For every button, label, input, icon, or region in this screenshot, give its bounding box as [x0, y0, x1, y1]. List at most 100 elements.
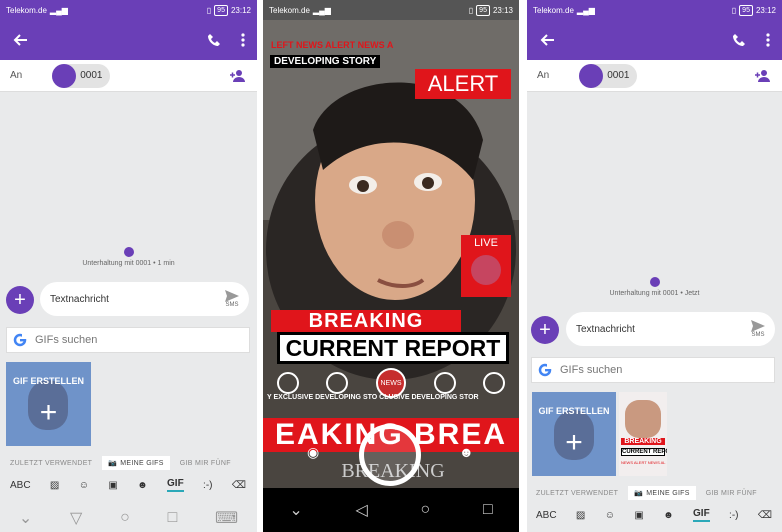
- add-person-icon[interactable]: [229, 69, 247, 83]
- recipient-bar: An 0001: [527, 60, 782, 92]
- hide-keyboard-icon[interactable]: ⌄: [289, 500, 302, 520]
- tab-recent[interactable]: ZULETZT VERWENDET: [536, 490, 618, 497]
- conversation-info: Unterhaltung mit 0001 • 1 min: [0, 247, 257, 267]
- abc-key[interactable]: ABC: [536, 510, 557, 521]
- sticker-face-icon[interactable]: ☻: [663, 510, 674, 521]
- battery-icon: 95: [476, 4, 490, 16]
- carrier-label: Telekom.de: [269, 5, 310, 15]
- home-nav-icon[interactable]: ○: [421, 501, 431, 519]
- filter-option-icon[interactable]: [276, 372, 299, 394]
- app-bar: [0, 20, 257, 60]
- message-input[interactable]: Textnachricht SMS: [566, 312, 775, 346]
- attach-plus-button[interactable]: +: [6, 286, 34, 314]
- vibrate-icon: ▯: [206, 5, 212, 15]
- signal-icon: ▂▄▆: [576, 5, 595, 15]
- saved-gif-thumbnail[interactable]: BREAKING CURRENT REPORT NEWS ALERT NEWS …: [619, 392, 667, 476]
- keyboard-toolbar: ABC ▨ ☺ ▣ ☻ GIF :-) ⌫: [10, 472, 246, 498]
- gif-search-input[interactable]: GIFs suchen: [6, 327, 250, 353]
- more-menu-icon[interactable]: [241, 33, 245, 47]
- news-ticker-top: LEFT NEWS ALERT NEWS A: [271, 40, 394, 50]
- message-input[interactable]: Textnachricht SMS: [40, 282, 249, 316]
- gif-search-placeholder: GIFs suchen: [560, 364, 623, 376]
- clock: 23:12: [230, 5, 251, 15]
- avatar: [52, 63, 77, 88]
- gif-create-card[interactable]: GIF ERSTELLEN +: [532, 392, 616, 476]
- gif-tabs: ZULETZT VERWENDET 📷 MEINE GIFS GIB MIR FÜ…: [10, 456, 231, 470]
- google-g-icon: [13, 333, 27, 347]
- send-icon: [225, 290, 239, 302]
- send-sms-button[interactable]: SMS: [751, 320, 765, 338]
- filter-option-icon[interactable]: [483, 372, 506, 394]
- more-menu-icon[interactable]: [766, 33, 770, 47]
- shutter-button[interactable]: [359, 424, 421, 486]
- app-bar: [527, 20, 782, 60]
- recipient-chip[interactable]: 0001: [579, 63, 638, 88]
- bitmoji-icon[interactable]: ▣: [108, 480, 117, 491]
- live-badge: LIVE: [461, 235, 511, 297]
- tab-high-five[interactable]: GIB MIR FÜNF: [706, 490, 757, 497]
- signal-icon: ▂▄▆: [312, 5, 331, 15]
- nav-bar: ⌄ ▽ ○ □ ⌨: [0, 504, 257, 532]
- flip-camera-icon[interactable]: ◉: [307, 444, 319, 461]
- mini-ticker-label: NEWS ALERT NEWS AL: [621, 460, 666, 465]
- tab-my-gifs[interactable]: 📷 MEINE GIFS: [102, 456, 170, 470]
- tab-my-gifs[interactable]: 📷 MEINE GIFS: [628, 486, 696, 500]
- plus-icon: +: [39, 396, 58, 429]
- sticker-icon[interactable]: ▨: [50, 480, 59, 491]
- vibrate-icon: ▯: [731, 5, 737, 15]
- backspace-icon[interactable]: ⌫: [758, 510, 772, 521]
- tab-my-gifs-label: MEINE GIFS: [120, 459, 164, 467]
- abc-key[interactable]: ABC: [10, 480, 31, 491]
- back-nav-icon[interactable]: ▽: [70, 508, 82, 528]
- add-person-icon[interactable]: [754, 69, 772, 83]
- gif-search-input[interactable]: GIFs suchen: [531, 357, 775, 383]
- emoticon-key[interactable]: :-): [203, 480, 212, 491]
- gif-key[interactable]: GIF: [693, 508, 710, 522]
- backspace-icon[interactable]: ⌫: [232, 480, 246, 491]
- back-nav-icon[interactable]: ◁: [356, 500, 368, 520]
- effect-icon[interactable]: ☻: [459, 444, 474, 460]
- gif-key[interactable]: GIF: [167, 478, 184, 492]
- nav-bar: ⌄ ◁ ○ □: [263, 488, 519, 532]
- phone-call-icon[interactable]: [732, 33, 746, 47]
- sticker-icon[interactable]: ▨: [576, 510, 585, 521]
- recipient-bar: An 0001: [0, 60, 257, 92]
- hide-keyboard-icon[interactable]: ⌄: [19, 508, 32, 528]
- filter-option-icon[interactable]: [433, 372, 456, 394]
- conversation-label: Unterhaltung mit 0001 • Jetzt: [609, 290, 700, 297]
- bitmoji-icon[interactable]: ▣: [634, 510, 643, 521]
- vibrate-icon: ▯: [468, 5, 474, 15]
- send-label: SMS: [225, 302, 239, 308]
- phone-call-icon[interactable]: [207, 33, 221, 47]
- conversation-label: Unterhaltung mit 0001 • 1 min: [82, 260, 175, 267]
- google-g-icon: [538, 363, 552, 377]
- attach-plus-button[interactable]: +: [531, 316, 559, 344]
- recents-nav-icon[interactable]: □: [483, 501, 493, 519]
- tab-recent[interactable]: ZULETZT VERWENDET: [10, 460, 92, 467]
- send-sms-button[interactable]: SMS: [225, 290, 239, 308]
- emoji-icon[interactable]: ☺: [79, 480, 89, 491]
- back-arrow-icon[interactable]: [12, 32, 28, 48]
- camera-icon: 📷: [634, 490, 644, 497]
- contact-dot-icon: [649, 277, 660, 287]
- back-arrow-icon[interactable]: [539, 32, 555, 48]
- gif-create-label: GIF ERSTELLEN: [538, 406, 610, 416]
- recipient-chip[interactable]: 0001: [52, 63, 111, 88]
- home-nav-icon[interactable]: ○: [120, 509, 130, 527]
- gif-create-card[interactable]: GIF ERSTELLEN +: [6, 362, 91, 446]
- gif-create-label: GIF ERSTELLEN: [12, 376, 84, 386]
- clock: 23:12: [755, 5, 776, 15]
- message-placeholder: Textnachricht: [576, 323, 635, 335]
- keyboard-icon[interactable]: ⌨: [215, 508, 238, 528]
- mini-breaking-label: BREAKING: [621, 438, 665, 445]
- tab-high-five[interactable]: GIB MIR FÜNF: [180, 460, 231, 467]
- carrier-label: Telekom.de: [533, 5, 574, 15]
- recents-nav-icon[interactable]: □: [168, 509, 178, 527]
- emoji-icon[interactable]: ☺: [605, 510, 615, 521]
- emoticon-key[interactable]: :-): [729, 510, 738, 521]
- filter-option-icon[interactable]: [326, 372, 349, 394]
- battery-icon: 95: [739, 4, 753, 16]
- plus-icon: +: [565, 426, 583, 459]
- sticker-face-icon[interactable]: ☻: [137, 480, 148, 491]
- gif-tabs: ZULETZT VERWENDET 📷 MEINE GIFS GIB MIR FÜ…: [536, 486, 757, 500]
